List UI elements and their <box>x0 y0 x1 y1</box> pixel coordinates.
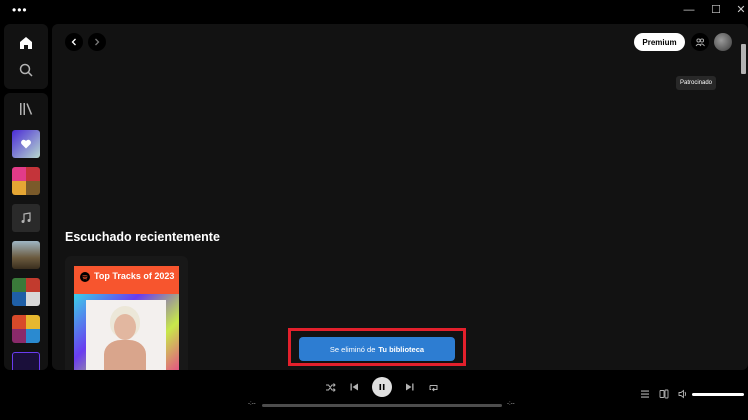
search-icon[interactable] <box>16 60 36 80</box>
liked-songs-icon[interactable] <box>12 130 40 158</box>
toast-library-link[interactable]: Tu biblioteca <box>378 345 424 354</box>
playlist-thumb[interactable] <box>12 352 40 370</box>
pause-icon <box>379 384 385 390</box>
pause-button[interactable] <box>372 377 392 397</box>
music-note-icon[interactable] <box>12 204 40 232</box>
app-window: ••• — ☐ ✕ Premium Patrocinado Escuchado … <box>0 0 748 420</box>
home-icon[interactable] <box>16 33 36 53</box>
time-total: -:-- <box>507 401 515 407</box>
removed-toast[interactable]: Se eliminó de Tu biblioteca <box>299 337 455 361</box>
avatar[interactable] <box>714 33 732 51</box>
friends-icon[interactable] <box>691 33 709 51</box>
cover-title: Top Tracks of 2023 <box>94 271 175 281</box>
playlist-cover: Top Tracks of 2023 <box>74 266 179 370</box>
sidebar-library <box>4 93 48 370</box>
volume-icon[interactable] <box>675 386 691 402</box>
menu-dots-button[interactable]: ••• <box>12 4 28 16</box>
spotify-logo-icon <box>80 272 90 282</box>
volume-slider[interactable] <box>692 393 744 396</box>
recent-card[interactable]: Top Tracks of 2023 <box>65 256 188 370</box>
playlist-thumb[interactable] <box>12 167 40 195</box>
next-icon[interactable] <box>402 379 418 395</box>
progress-bar[interactable] <box>262 404 502 407</box>
back-icon[interactable] <box>65 33 83 51</box>
sidebar-nav <box>4 24 48 89</box>
cover-photo <box>86 300 166 370</box>
previous-icon[interactable] <box>346 379 362 395</box>
title-bar: ••• — ☐ ✕ <box>0 0 748 22</box>
highlight-box: Se eliminó de Tu biblioteca <box>288 328 466 366</box>
time-elapsed: -:-- <box>248 401 256 407</box>
premium-button[interactable]: Premium <box>634 33 685 51</box>
playlist-thumb[interactable] <box>12 315 40 343</box>
library-icon[interactable] <box>16 99 36 119</box>
toast-text: Se eliminó de <box>329 344 376 354</box>
shuffle-icon[interactable] <box>322 379 338 395</box>
scrollbar-thumb[interactable] <box>741 44 746 74</box>
main-view: Premium Patrocinado Escuchado recienteme… <box>52 24 748 370</box>
player-bar: -:-- -:-- <box>0 370 748 420</box>
forward-icon[interactable] <box>88 33 106 51</box>
playlist-thumb[interactable] <box>12 241 40 269</box>
minimize-button[interactable]: — <box>675 2 703 18</box>
tooltip-sponsored: Patrocinado <box>676 76 717 90</box>
close-button[interactable]: ✕ <box>727 2 748 18</box>
queue-icon[interactable] <box>637 386 653 402</box>
playlist-thumb[interactable] <box>12 278 40 306</box>
maximize-button[interactable]: ☐ <box>702 2 730 18</box>
repeat-icon[interactable] <box>425 379 441 395</box>
devices-icon[interactable] <box>656 386 672 402</box>
section-title[interactable]: Escuchado recientemente <box>65 230 220 244</box>
